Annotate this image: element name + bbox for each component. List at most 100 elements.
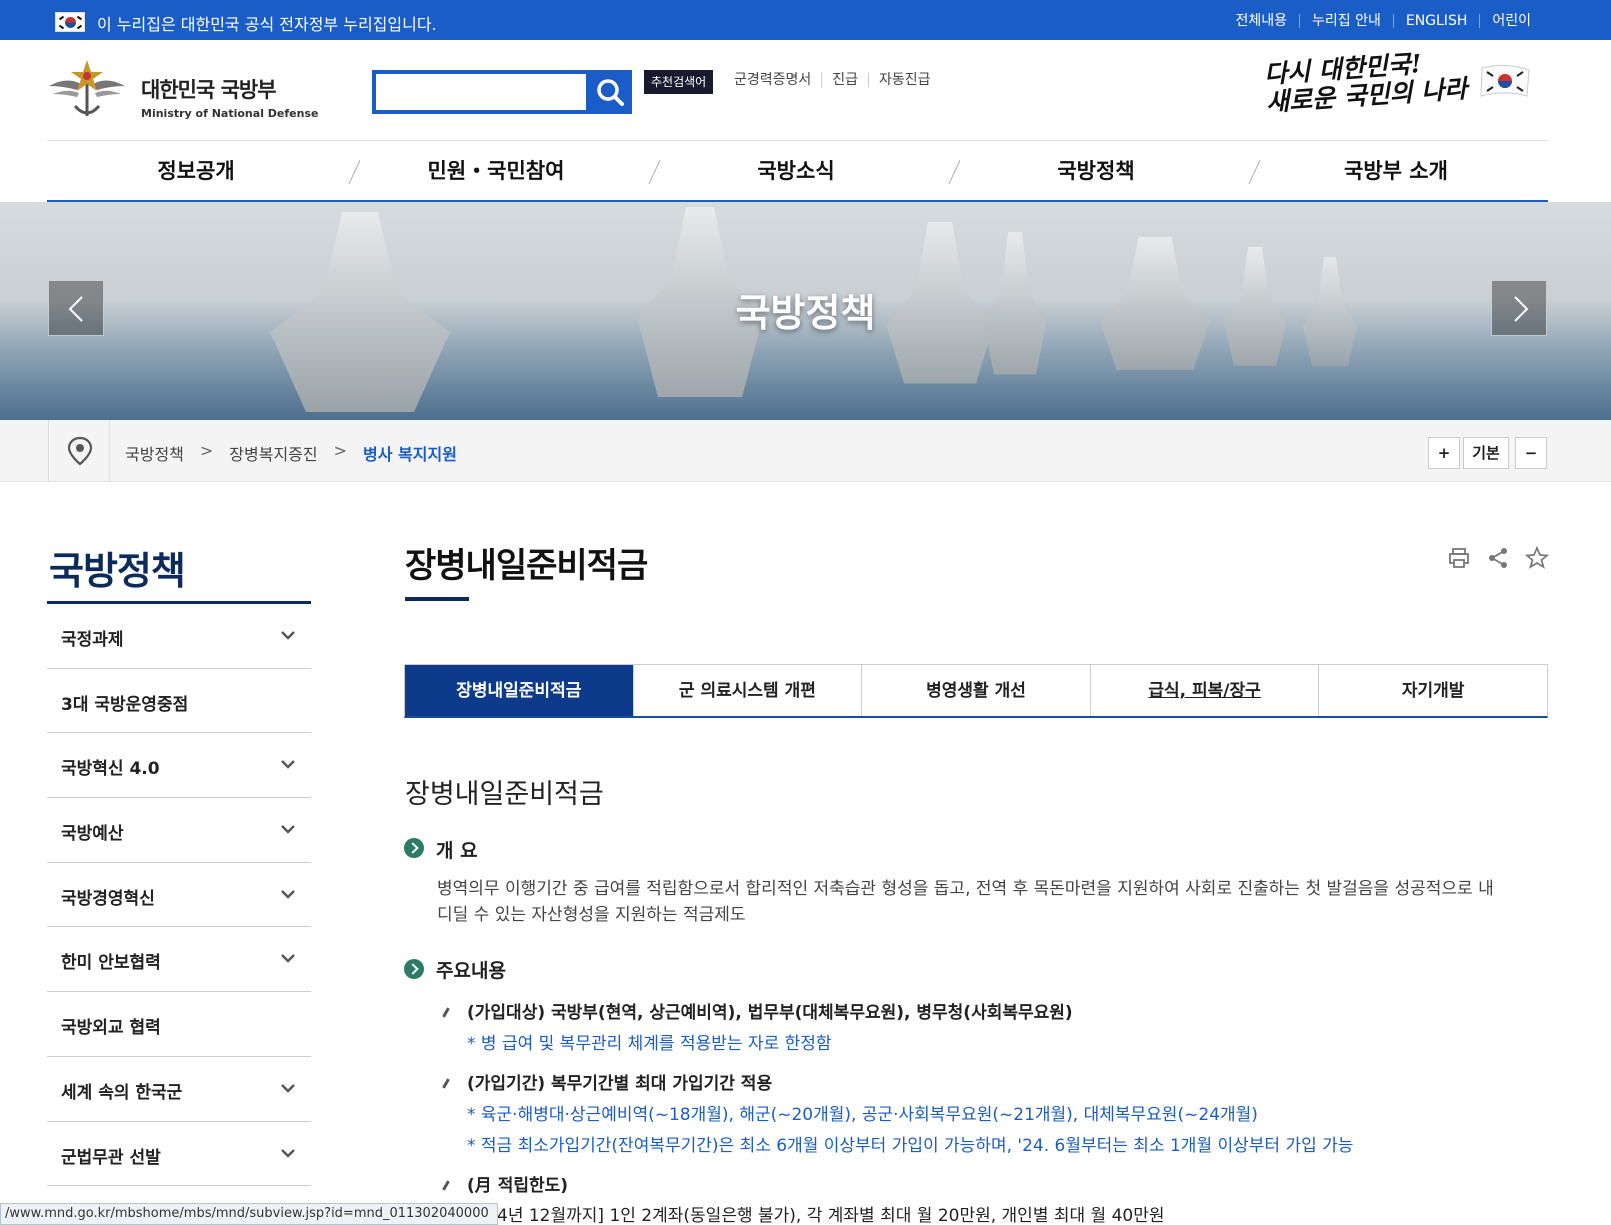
lnb-item[interactable]: 국방경영혁신 [47,863,311,928]
lnb-item[interactable]: 국방예산 [47,798,311,863]
logo-korean-text[interactable]: 대한민국 국방부 [141,74,277,104]
zoom-in-button[interactable]: + [1428,437,1460,469]
tab-label: 자기개발 [1401,681,1465,701]
page-title-underline [405,597,469,601]
lnb-item[interactable]: 군법무관 선발 [47,1122,311,1187]
content-detail: 4년 12월까지] 1인 2계좌(동일은행 불가), 각 계좌별 최대 월 20… [497,1206,1165,1225]
gnb-item-policy[interactable]: 국방정책 [947,141,1245,201]
lnb-title: 국방정책 [49,549,186,593]
lnb-item-label: 국방경영혁신 [61,888,155,909]
tab-label: 급식, 피복/장구 [1148,681,1261,701]
recommend-keyword[interactable]: 군경력증명서 [724,73,821,87]
lnb-item[interactable]: 국방혁신 4.0 [47,733,311,799]
utility-links: 전체내용 누리집 안내 ENGLISH 어린이 [1223,14,1543,28]
location-pin-icon [67,436,93,466]
lnb-item[interactable]: 국정과제 [47,604,311,669]
list-marker-icon [442,1007,450,1018]
lnb-item-label: 한미 안보협력 [61,953,161,974]
breadcrumb: 국방정책 > 장병복지증진 > 병사 복지지원 + 기본 − [0,420,1611,482]
zoom-default-button[interactable]: 기본 [1463,437,1509,469]
lnb-item[interactable]: 한미 안보협력 [47,927,311,993]
tab-label: 군 의료시스템 개편 [678,681,816,701]
util-link-sitemap[interactable]: 전체내용 [1223,14,1299,28]
util-link-guide[interactable]: 누리집 안내 [1298,14,1393,28]
bullet-arrow-icon [404,838,424,858]
chevron-down-icon [281,760,295,770]
arrow-right-icon [1514,296,1529,322]
gnb-item-about[interactable]: 국방부 소개 [1247,141,1545,201]
tab-medical[interactable]: 군 의료시스템 개편 [632,665,862,716]
chevron-down-icon [281,1148,295,1158]
logo-english-text: Ministry of National Defense [141,107,319,120]
lnb-item-label: 국방예산 [61,824,124,845]
chevron-down-icon [281,954,295,964]
chevron-right-icon: > [333,441,348,460]
home-location-button[interactable] [48,420,110,482]
content-item: (月 적립한도) [467,1176,569,1196]
gnb-item-news[interactable]: 국방소식 [647,141,945,201]
util-link-english[interactable]: ENGLISH [1392,14,1480,28]
breadcrumb-current[interactable]: 병사 복지지원 [363,441,457,465]
content-tabs: 장병내일준비적금 군 의료시스템 개편 병영생활 개선 급식, 피복/장구 자기… [404,664,1548,718]
search-input[interactable] [372,70,590,114]
list-marker-icon [442,1180,450,1191]
browser-status-url: /www.mnd.go.kr/mbshome/mbs/mnd/subview.j… [0,1203,498,1225]
main-navigation: 정보공개 민원・국민참여 국방소식 국방정책 국방부 소개 [47,140,1548,202]
gov-banner: 이 누리집은 대한민국 공식 전자정부 누리집입니다. 전체내용 누리집 안내 … [0,0,1611,40]
site-header: 대한민국 국방부 Ministry of National Defense 추천… [0,40,1611,140]
chevron-right-icon: > [199,441,214,460]
lnb-item-label: 국정과제 [61,630,124,650]
search-button[interactable] [588,70,632,114]
lnb-item-label: 군법무관 선발 [61,1147,161,1168]
content-note: * 육군·해병대·상근예비역(~18개월), 해군(~20개월), 공군·사회복… [467,1105,1258,1125]
overview-text: 병역의무 이행기간 중 급여를 적립함으로서 합리적인 저축습관 형성을 돕고,… [437,879,1494,925]
gnb-item-info[interactable]: 정보공개 [47,141,345,201]
chevron-down-icon [281,825,295,834]
breadcrumb-item[interactable]: 장병복지증진 [229,441,317,465]
share-icon[interactable] [1486,546,1510,570]
lnb-item[interactable]: 국방외교 협력 [47,992,311,1057]
chevron-down-icon [281,889,295,899]
tab-self-development[interactable]: 자기개발 [1318,665,1547,716]
star-icon[interactable] [1525,546,1549,570]
lnb-item[interactable]: 3대 국방운영중점 [47,669,311,734]
main-content-heading: 주요내용 [436,960,506,982]
tab-savings[interactable]: 장병내일준비적금 [405,665,633,716]
overview-heading: 개 요 [436,840,478,862]
hero-prev-button[interactable] [48,280,104,336]
chevron-down-icon [281,631,295,640]
lnb-item-label: 국방외교 협력 [61,1018,161,1039]
taegukgi-icon [1480,64,1530,97]
korean-flag-icon [55,12,85,32]
page-title: 장병내일준비적금 [405,546,648,586]
tab-label: 병영생활 개선 [926,681,1026,701]
bullet-arrow-icon [404,959,424,979]
tab-meals[interactable]: 급식, 피복/장구 [1089,665,1319,716]
gov-banner-text: 이 누리집은 대한민국 공식 전자정부 누리집입니다. [97,15,437,34]
hero-next-button[interactable] [1491,280,1547,336]
search-icon [597,79,624,106]
util-link-kids[interactable]: 어린이 [1479,14,1543,28]
chevron-down-icon [281,1083,295,1093]
hero-title: 국방정책 [735,291,876,335]
mnd-emblem-icon[interactable] [47,56,127,122]
content-note: * 적금 최소가입기간(잔여복무기간)은 최소 6개월 이상부터 가입이 가능하… [467,1136,1354,1156]
gnb-item-civil[interactable]: 민원・국민참여 [347,141,645,201]
tab-barracks[interactable]: 병영생활 개선 [861,665,1090,716]
content-item: (가입기간) 복무기간별 최대 가입기간 적용 [467,1074,773,1094]
print-icon[interactable] [1447,546,1471,570]
slogan: 다시 대한민국! 새로운 국민의 나라 [1263,47,1468,117]
list-marker-icon [442,1078,450,1089]
zoom-out-button[interactable]: − [1515,437,1547,469]
side-navigation: 국정과제 3대 국방운영중점 국방혁신 4.0 국방예산 국방경영혁신 한미 안… [47,604,311,1187]
lnb-item-label: 세계 속의 한국군 [61,1082,183,1103]
lnb-item-label: 국방혁신 4.0 [61,759,160,780]
breadcrumb-path: 국방정책 > 장병복지증진 > 병사 복지지원 [125,441,457,465]
hero-banner: 국방정책 [0,202,1611,420]
breadcrumb-item[interactable]: 국방정책 [125,441,184,465]
arrow-left-icon [68,296,83,322]
recommend-keyword[interactable]: 진급 [821,73,868,87]
recommend-keyword[interactable]: 자동진급 [868,73,941,87]
lnb-item[interactable]: 세계 속의 한국군 [47,1057,311,1122]
content-item: (가입대상) 국방부(현역, 상근예비역), 법무부(대체복무요원), 병무청(… [467,1003,1073,1023]
